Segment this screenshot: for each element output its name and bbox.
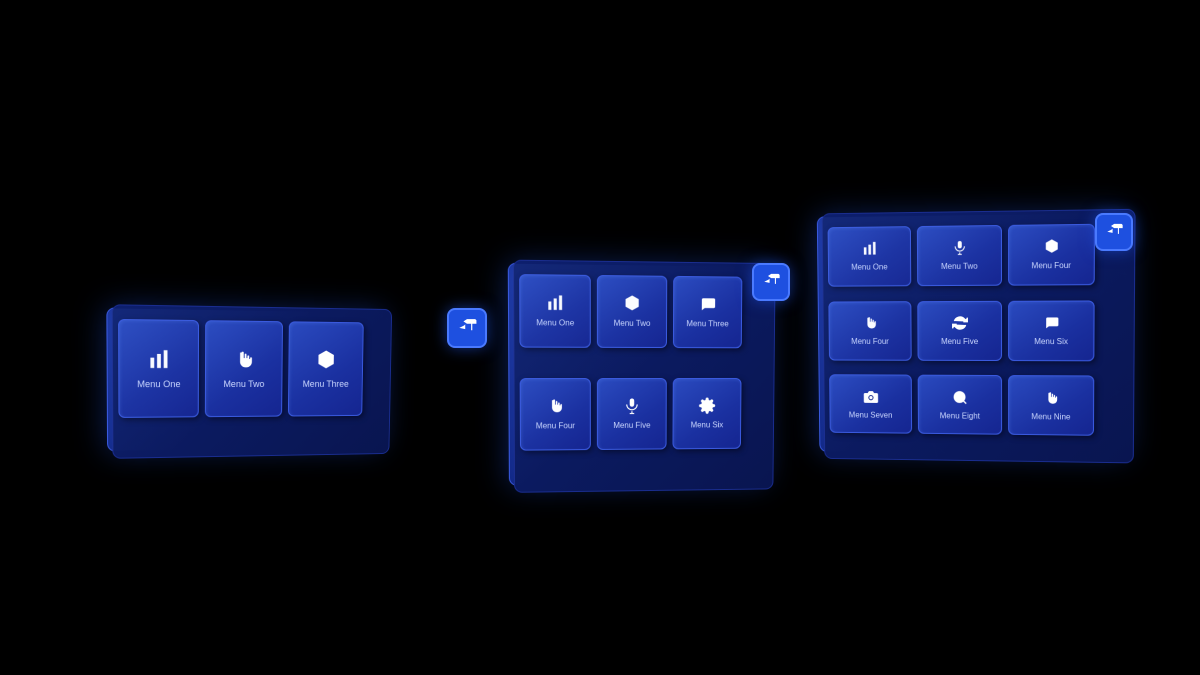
mic-icon <box>623 397 641 418</box>
menu-item-label: Menu Five <box>613 421 650 431</box>
menu-item-menu-eight[interactable]: Menu Eight <box>918 375 1002 435</box>
camera-icon <box>863 389 879 409</box>
menu-item-menu-nine[interactable]: Menu Nine <box>1008 375 1094 436</box>
hand-icon <box>546 397 564 418</box>
chat-icon <box>1043 315 1059 335</box>
menu-item-menu-two[interactable]: Menu Two <box>205 320 283 417</box>
panel-large: Menu One Menu Two Menu Four Menu Four Menu F… <box>817 212 1129 456</box>
bar-chart-icon <box>546 294 564 316</box>
hand-icon <box>233 348 255 374</box>
menu-item-menu-five[interactable]: Menu Five <box>917 300 1002 360</box>
menu-item-label: Menu Six <box>691 421 724 431</box>
hand-icon <box>1043 390 1059 410</box>
menu-item-menu-seven[interactable]: Menu Seven <box>829 375 912 434</box>
mic-icon <box>951 240 967 260</box>
menu-item-label: Menu One <box>536 318 574 328</box>
menu-item-label: Menu Three <box>686 319 728 329</box>
menu-item-menu-three[interactable]: Menu Three <box>673 276 742 348</box>
pin-button-large[interactable] <box>1095 213 1133 251</box>
menu-item-menu-three[interactable]: Menu Three <box>288 321 364 416</box>
menu-item-label: Menu Nine <box>1031 412 1070 422</box>
menu-item-label: Menu Six <box>1034 337 1068 347</box>
menu-item-label: Menu Five <box>941 337 978 347</box>
hand-icon <box>862 315 878 335</box>
menu-item-label: Menu One <box>137 379 180 390</box>
menu-item-label: Menu Two <box>941 262 978 272</box>
search-icon <box>952 389 968 409</box>
pin-icon-large <box>1100 218 1129 247</box>
panel-medium: Menu One Menu Two Menu Three Menu Four Menu … <box>508 263 769 486</box>
cube-icon <box>315 349 336 375</box>
menu-item-label: Menu One <box>851 263 888 273</box>
gear-icon <box>698 397 716 418</box>
menu-item-menu-four2[interactable]: Menu Four <box>828 301 911 361</box>
menu-item-label: Menu Three <box>303 379 349 390</box>
pin-icon-small <box>451 312 483 344</box>
menu-item-label: Menu Eight <box>940 411 980 421</box>
menu-item-label: Menu Four <box>851 337 889 346</box>
menu-item-menu-six[interactable]: Menu Six <box>1008 300 1095 361</box>
menu-item-label: Menu Four <box>536 421 575 431</box>
menu-item-menu-two[interactable]: Menu Two <box>597 275 667 348</box>
menu-item-menu-five[interactable]: Menu Five <box>597 378 667 450</box>
bar-chart-icon <box>861 241 877 261</box>
menu-item-menu-four[interactable]: Menu Four <box>1008 224 1095 286</box>
cube-icon <box>1043 239 1059 260</box>
menu-item-menu-two[interactable]: Menu Two <box>917 225 1002 286</box>
pin-button-small[interactable] <box>447 308 487 348</box>
menu-item-label: Menu Seven <box>849 410 893 420</box>
menu-item-label: Menu Four <box>1032 261 1072 271</box>
menu-item-label: Menu Two <box>614 319 651 329</box>
pin-icon-medium <box>757 268 786 297</box>
chat-icon <box>699 295 717 316</box>
menu-item-label: Menu Two <box>223 379 264 390</box>
refresh-icon <box>952 315 968 335</box>
cube-icon <box>623 295 641 316</box>
menu-item-menu-one[interactable]: Menu One <box>828 226 912 287</box>
pin-button-medium[interactable] <box>752 263 790 301</box>
menu-item-menu-one[interactable]: Menu One <box>118 319 199 418</box>
menu-item-menu-six[interactable]: Menu Six <box>672 378 741 449</box>
menu-item-menu-four[interactable]: Menu Four <box>520 378 591 451</box>
panel-small: Menu One Menu Two Menu Three <box>106 307 385 452</box>
menu-item-menu-one[interactable]: Menu One <box>519 274 591 348</box>
bar-chart-icon <box>148 348 171 375</box>
